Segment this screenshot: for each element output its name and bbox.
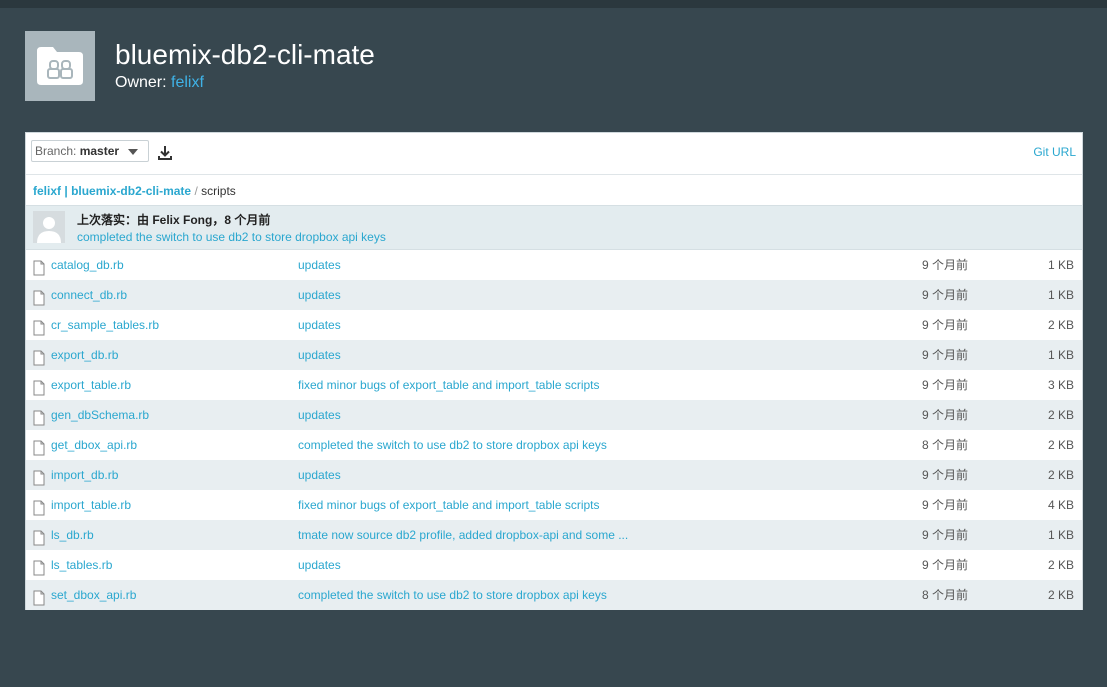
file-row[interactable]: export_table.rb fixed minor bugs of expor… bbox=[26, 370, 1082, 400]
toolbar: Branch: master Git URL bbox=[26, 133, 1082, 175]
file-name-link[interactable]: set_dbox_api.rb bbox=[51, 580, 136, 610]
file-row[interactable]: get_dbox_api.rb completed the switch to u… bbox=[26, 430, 1082, 460]
repo-title: bluemix-db2-cli-mate bbox=[115, 39, 375, 70]
owner-link[interactable]: felixf bbox=[171, 74, 204, 91]
file-row[interactable]: cr_sample_tables.rb updates 9 个月前 2 KB bbox=[26, 310, 1082, 340]
file-age: 9 个月前 bbox=[922, 288, 969, 302]
file-commit-message-link[interactable]: updates bbox=[298, 550, 341, 580]
file-commit-message-link[interactable]: completed the switch to use db2 to store… bbox=[298, 430, 607, 460]
commit-title: 上次落实：由 Felix Fong，8 个月前 bbox=[77, 213, 271, 227]
file-row[interactable]: import_table.rb fixed minor bugs of expor… bbox=[26, 490, 1082, 520]
file-name-link[interactable]: import_db.rb bbox=[51, 460, 118, 490]
file-size: 1 KB bbox=[1047, 258, 1074, 272]
file-commit-message-link[interactable]: completed the switch to use db2 to store… bbox=[298, 580, 607, 610]
file-row[interactable]: export_db.rb updates 9 个月前 1 KB bbox=[26, 340, 1082, 370]
download-icon[interactable] bbox=[157, 145, 173, 166]
file-name-link[interactable]: ls_db.rb bbox=[51, 520, 94, 550]
file-row[interactable]: catalog_db.rb updates 9 个月前 1 KB bbox=[26, 250, 1082, 280]
owner-label: Owner: bbox=[115, 74, 167, 91]
branch-value: master bbox=[79, 144, 120, 158]
branch-label: Branch: bbox=[35, 144, 77, 158]
file-size: 2 KB bbox=[1047, 408, 1074, 422]
file-row[interactable]: ls_tables.rb updates 9 个月前 2 KB bbox=[26, 550, 1082, 580]
file-row[interactable]: gen_dbSchema.rb updates 9 个月前 2 KB bbox=[26, 400, 1082, 430]
file-size: 2 KB bbox=[1047, 558, 1074, 572]
breadcrumb-separator: | bbox=[64, 184, 68, 198]
file-size: 2 KB bbox=[1047, 588, 1074, 602]
file-size: 2 KB bbox=[1047, 468, 1074, 482]
file-commit-message-link[interactable]: updates bbox=[298, 340, 341, 370]
file-size: 2 KB bbox=[1047, 438, 1074, 452]
breadcrumb: felixf | bluemix-db2-cli-mate / scripts bbox=[33, 184, 236, 198]
file-age: 9 个月前 bbox=[922, 498, 969, 512]
file-size: 3 KB bbox=[1047, 378, 1074, 392]
file-age: 9 个月前 bbox=[922, 408, 969, 422]
breadcrumb-user-link[interactable]: felixf bbox=[33, 184, 61, 198]
file-commit-message-link[interactable]: fixed minor bugs of export_table and imp… bbox=[298, 490, 600, 520]
file-name-link[interactable]: export_db.rb bbox=[51, 340, 118, 370]
file-commit-message-link[interactable]: tmate now source db2 profile, added drop… bbox=[298, 520, 628, 550]
file-row[interactable]: connect_db.rb updates 9 个月前 1 KB bbox=[26, 280, 1082, 310]
file-age: 9 个月前 bbox=[922, 468, 969, 482]
repo-owner: Owner: felixf bbox=[115, 73, 204, 93]
file-name-link[interactable]: connect_db.rb bbox=[51, 280, 127, 310]
repo-header: bluemix-db2-cli-mate Owner: felixf bbox=[25, 31, 625, 101]
file-age: 9 个月前 bbox=[922, 528, 969, 542]
user-avatar-icon bbox=[33, 211, 65, 243]
top-bar bbox=[0, 0, 1107, 8]
file-name-link[interactable]: gen_dbSchema.rb bbox=[51, 400, 149, 430]
breadcrumb-repo-link[interactable]: bluemix-db2-cli-mate bbox=[71, 184, 191, 198]
file-commit-message-link[interactable]: updates bbox=[298, 460, 341, 490]
file-size: 1 KB bbox=[1047, 288, 1074, 302]
file-commit-message-link[interactable]: updates bbox=[298, 280, 341, 310]
file-age: 9 个月前 bbox=[922, 378, 969, 392]
file-size: 1 KB bbox=[1047, 528, 1074, 542]
file-commit-message-link[interactable]: updates bbox=[298, 400, 341, 430]
file-icon bbox=[33, 587, 45, 617]
file-name-link[interactable]: ls_tables.rb bbox=[51, 550, 112, 580]
file-age: 8 个月前 bbox=[922, 438, 969, 452]
file-list: catalog_db.rb updates 9 个月前 1 KB connect_db.… bbox=[26, 250, 1082, 610]
file-commit-message-link[interactable]: fixed minor bugs of export_table and imp… bbox=[298, 370, 600, 400]
file-name-link[interactable]: get_dbox_api.rb bbox=[51, 430, 137, 460]
latest-commit: 上次落实：由 Felix Fong，8 个月前 completed the sw… bbox=[26, 205, 1082, 250]
breadcrumb-current-folder: scripts bbox=[201, 184, 236, 198]
file-age: 9 个月前 bbox=[922, 318, 969, 332]
file-commit-message-link[interactable]: updates bbox=[298, 250, 341, 280]
file-name-link[interactable]: catalog_db.rb bbox=[51, 250, 124, 280]
branch-selector[interactable]: Branch: master bbox=[31, 140, 149, 162]
file-row[interactable]: set_dbox_api.rb completed the switch to u… bbox=[26, 580, 1082, 610]
file-name-link[interactable]: export_table.rb bbox=[51, 370, 131, 400]
file-name-link[interactable]: import_table.rb bbox=[51, 490, 131, 520]
file-row[interactable]: import_db.rb updates 9 个月前 2 KB bbox=[26, 460, 1082, 490]
file-size: 1 KB bbox=[1047, 348, 1074, 362]
file-name-link[interactable]: cr_sample_tables.rb bbox=[51, 310, 159, 340]
file-browser-panel: Branch: master Git URL felixf | bluemix-… bbox=[25, 132, 1083, 610]
file-age: 9 个月前 bbox=[922, 558, 969, 572]
file-age: 8 个月前 bbox=[922, 588, 969, 602]
chevron-down-icon bbox=[128, 149, 138, 155]
git-url-button[interactable]: Git URL bbox=[1033, 145, 1076, 159]
repo-folder-icon bbox=[25, 31, 95, 101]
file-commit-message-link[interactable]: updates bbox=[298, 310, 341, 340]
file-size: 2 KB bbox=[1047, 318, 1074, 332]
breadcrumb-divider: / bbox=[194, 184, 198, 198]
file-age: 9 个月前 bbox=[922, 258, 969, 272]
file-age: 9 个月前 bbox=[922, 348, 969, 362]
file-row[interactable]: ls_db.rb tmate now source db2 profile, ad… bbox=[26, 520, 1082, 550]
file-size: 4 KB bbox=[1047, 498, 1074, 512]
commit-message-link[interactable]: completed the switch to use db2 to store… bbox=[77, 230, 386, 244]
